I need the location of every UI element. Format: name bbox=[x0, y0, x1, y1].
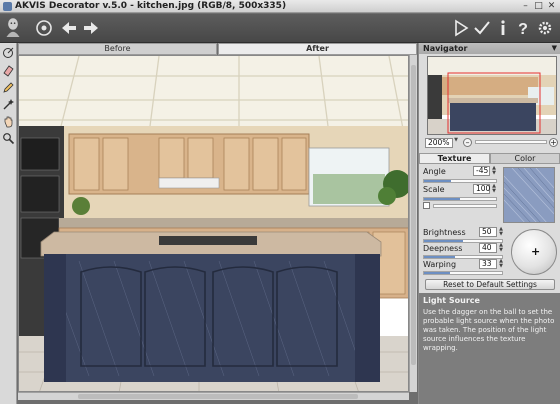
scale-slider-fill bbox=[424, 198, 460, 200]
angle-label: Angle bbox=[423, 167, 446, 176]
angle-slider[interactable] bbox=[423, 179, 497, 183]
tab-color[interactable]: Color bbox=[490, 153, 560, 164]
deepness-slider-fill bbox=[424, 256, 456, 258]
deepness-field[interactable]: 40 bbox=[479, 243, 497, 253]
settings-icon[interactable] bbox=[534, 17, 556, 39]
run-icon[interactable] bbox=[450, 17, 472, 39]
scale-slider[interactable] bbox=[423, 197, 497, 201]
brightness-slider-fill bbox=[424, 240, 463, 242]
texture-checkbox[interactable] bbox=[423, 202, 430, 209]
angle-slider-fill bbox=[424, 180, 452, 182]
undo-icon[interactable] bbox=[58, 17, 80, 39]
texture-option-slider[interactable] bbox=[433, 204, 497, 208]
minimize-button[interactable]: – bbox=[520, 1, 531, 11]
apply-icon[interactable] bbox=[471, 17, 493, 39]
akvis-logo-icon bbox=[2, 15, 28, 42]
zoom-dropdown-icon[interactable]: ▼ bbox=[453, 138, 459, 148]
zoom-out-icon[interactable]: – bbox=[463, 138, 472, 147]
redo-icon[interactable] bbox=[80, 17, 102, 39]
help-title: Light Source bbox=[423, 296, 480, 305]
maximize-button[interactable]: □ bbox=[533, 1, 544, 11]
zoom-in-icon[interactable]: + bbox=[549, 138, 558, 147]
tool-panel bbox=[0, 43, 17, 404]
texture-swatch[interactable] bbox=[503, 167, 555, 223]
settings-panel: Navigator ▼ 200% ▼ – + Texture Color Ang… bbox=[418, 43, 560, 404]
toolbar: ? bbox=[0, 14, 560, 43]
deepness-spinner[interactable]: ▲ ▼ bbox=[498, 243, 504, 253]
angle-field[interactable]: -45 bbox=[473, 166, 490, 176]
brightness-field[interactable]: 50 bbox=[479, 227, 497, 237]
svg-text:?: ? bbox=[518, 21, 528, 38]
eraser-icon[interactable] bbox=[2, 64, 15, 77]
warping-field[interactable]: 33 bbox=[479, 259, 497, 269]
light-dagger-icon[interactable]: + bbox=[531, 245, 540, 258]
scale-field[interactable]: 100 bbox=[473, 184, 490, 194]
navigator-image bbox=[428, 57, 556, 134]
warping-slider-fill bbox=[424, 272, 450, 274]
navigator-title: Navigator bbox=[423, 44, 468, 53]
help-panel: Light Source Use the dagger on the ball … bbox=[419, 293, 560, 404]
scale-label: Scale bbox=[423, 185, 445, 194]
info-icon[interactable] bbox=[492, 17, 514, 39]
zoom-field[interactable]: 200% bbox=[425, 138, 453, 148]
help-text: Use the dagger on the ball to set the pr… bbox=[423, 308, 555, 352]
navigator-thumbnail[interactable] bbox=[427, 56, 557, 135]
title-bar: AKVIS Decorator v.5.0 - kitchen.jpg (RGB… bbox=[0, 0, 560, 13]
collapse-icon[interactable]: ▼ bbox=[552, 43, 557, 54]
brightness-label: Brightness bbox=[423, 228, 466, 237]
warping-label: Warping bbox=[423, 260, 457, 269]
decorate-brush-icon[interactable] bbox=[2, 46, 15, 59]
hand-icon[interactable] bbox=[2, 115, 15, 128]
tab-after[interactable]: After bbox=[218, 43, 417, 55]
warping-slider[interactable] bbox=[423, 271, 503, 275]
kitchen-photo bbox=[19, 56, 408, 391]
app-icon bbox=[3, 2, 12, 11]
texture-preview bbox=[504, 168, 554, 222]
brightness-spinner[interactable]: ▲ ▼ bbox=[498, 227, 504, 237]
horizontal-scrollbar[interactable] bbox=[18, 392, 409, 400]
zoom-slider[interactable] bbox=[475, 140, 547, 144]
light-source-ball[interactable]: + bbox=[511, 229, 557, 275]
close-button[interactable]: ✕ bbox=[546, 1, 557, 11]
window-title: AKVIS Decorator v.5.0 - kitchen.jpg (RGB… bbox=[15, 1, 287, 11]
deepness-label: Deepness bbox=[423, 244, 463, 253]
scan-icon[interactable] bbox=[33, 17, 55, 39]
tab-texture[interactable]: Texture bbox=[419, 153, 490, 164]
pencil-icon[interactable] bbox=[2, 81, 15, 94]
reset-defaults-button[interactable]: Reset to Default Settings bbox=[425, 279, 555, 290]
zoom-icon[interactable] bbox=[2, 132, 15, 145]
navigator-header: Navigator ▼ bbox=[419, 43, 560, 54]
vertical-scrollbar[interactable] bbox=[409, 55, 417, 392]
magic-wand-icon[interactable] bbox=[2, 98, 15, 111]
image-canvas[interactable] bbox=[18, 55, 409, 392]
scale-spinner[interactable]: ▲ ▼ bbox=[491, 184, 497, 194]
warping-spinner[interactable]: ▲ ▼ bbox=[498, 259, 504, 269]
view-tabs: Before After bbox=[18, 43, 417, 55]
angle-spinner[interactable]: ▲ ▼ bbox=[491, 166, 497, 176]
help-icon[interactable]: ? bbox=[512, 17, 534, 39]
horizontal-scroll-thumb[interactable] bbox=[78, 394, 358, 399]
tab-before[interactable]: Before bbox=[18, 43, 217, 55]
vertical-scroll-thumb[interactable] bbox=[411, 65, 416, 365]
